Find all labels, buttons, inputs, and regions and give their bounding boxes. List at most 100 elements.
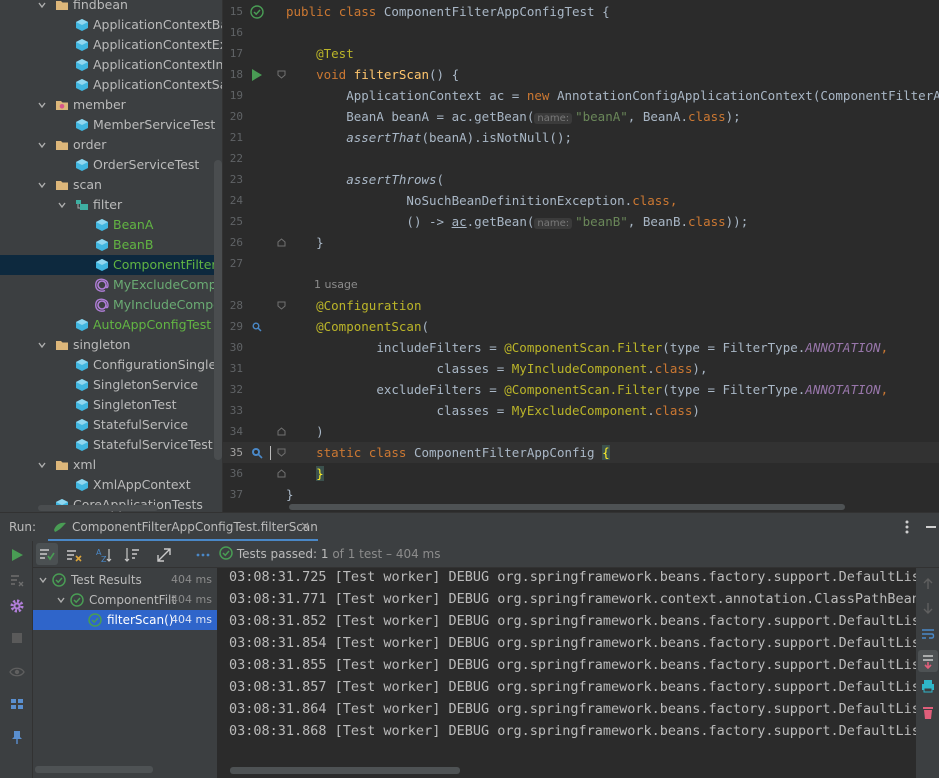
expand-all-icon[interactable] <box>155 546 173 564</box>
fold-close-icon[interactable] <box>277 238 286 247</box>
code-token: "beanA" <box>575 109 628 124</box>
code-editor[interactable]: 15 public class ComponentFilterAppConfigT… <box>222 0 939 512</box>
tree-item[interactable]: ApplicationContextSameBeanFindTest <box>0 75 222 95</box>
code-line[interactable]: 36 } <box>223 463 939 484</box>
test-result-row[interactable]: filterScan() 404 ms <box>33 610 217 630</box>
tree-horizontal-scrollbar[interactable] <box>38 505 158 511</box>
settings-icon[interactable] <box>9 598 25 614</box>
tree-item[interactable]: order <box>0 135 222 155</box>
tree-item[interactable]: scan <box>0 175 222 195</box>
tree-item[interactable]: BeanB <box>0 235 222 255</box>
more-options-icon[interactable] <box>904 520 910 534</box>
code-line[interactable]: 29 @ComponentScan( <box>223 316 939 337</box>
tree-item[interactable]: MemberServiceTest <box>0 115 222 135</box>
find-usages-icon[interactable] <box>252 322 262 332</box>
tree-item[interactable]: XmlAppContext <box>0 475 222 495</box>
code-token: { <box>602 4 610 19</box>
tree-item[interactable]: xml <box>0 455 222 475</box>
test-result-row[interactable]: ComponentFilt 404 ms <box>33 590 217 610</box>
code-line[interactable]: 31 classes = MyIncludeComponent.class), <box>223 358 939 379</box>
layout-icon[interactable] <box>9 696 25 712</box>
fold-open-icon[interactable] <box>277 448 286 457</box>
show-ignored-icon[interactable] <box>65 546 83 564</box>
editor-horizontal-scrollbar[interactable] <box>289 504 845 510</box>
tree-item[interactable]: filter <box>0 195 222 215</box>
code-token: .getBean( <box>466 214 535 229</box>
code-line[interactable]: 26 } <box>223 232 939 253</box>
chevron-down-icon <box>58 202 66 209</box>
code-line[interactable]: 37} <box>223 484 939 505</box>
code-line[interactable]: 1 usage <box>223 274 939 295</box>
code-line[interactable]: 28 @Configuration <box>223 295 939 316</box>
test-result-row[interactable]: Test Results 404 ms <box>33 570 217 590</box>
code-line[interactable]: 21 assertThat(beanA).isNotNull(); <box>223 127 939 148</box>
run-test-icon[interactable] <box>251 69 263 81</box>
tree-item[interactable]: ConfigurationSingletonTest <box>0 355 222 375</box>
tree-item[interactable]: MyExcludeComponent <box>0 275 222 295</box>
tree-item[interactable]: SingletonService <box>0 375 222 395</box>
tree-item[interactable]: BeanA <box>0 215 222 235</box>
fold-open-icon[interactable] <box>277 301 286 310</box>
tree-item[interactable]: OrderServiceTest <box>0 155 222 175</box>
line-number: 29 <box>229 320 243 333</box>
code-line[interactable]: 34 ) <box>223 421 939 442</box>
fold-close-icon[interactable] <box>277 427 286 436</box>
tree-vertical-scrollbar[interactable] <box>214 160 222 460</box>
console-horizontal-scrollbar[interactable] <box>230 767 460 774</box>
code-line[interactable]: 15 public class ComponentFilterAppConfigT… <box>223 1 939 22</box>
code-line[interactable]: 25 () -> ac.getBean(name: "beanB", BeanB.… <box>223 211 939 232</box>
close-icon[interactable]: × <box>300 519 310 533</box>
code-line[interactable]: 23 assertThrows( <box>223 169 939 190</box>
minimize-icon[interactable] <box>926 526 936 528</box>
scroll-to-end-button[interactable] <box>918 650 938 672</box>
code-line[interactable]: 16 <box>223 22 939 43</box>
console-output[interactable]: 03:08:31.725 [Test worker] DEBUG org.spr… <box>219 568 916 778</box>
tree-item[interactable]: StatefulService <box>0 415 222 435</box>
test-passed-icon[interactable] <box>250 5 264 19</box>
code-line[interactable]: 17 @Test <box>223 43 939 64</box>
tree-item[interactable]: findbean <box>0 0 222 15</box>
tree-item[interactable]: ApplicationContextInfoTest <box>0 55 222 75</box>
code-line[interactable]: 24 NoSuchBeanDefinitionException.class, <box>223 190 939 211</box>
code-line[interactable]: 32 excludeFilters = @ComponentScan.Filte… <box>223 379 939 400</box>
pin-icon[interactable] <box>9 729 25 745</box>
print-icon[interactable] <box>920 678 936 694</box>
tree-item[interactable]: MyIncludeComponent <box>0 295 222 315</box>
code-line[interactable]: 35 static class ComponentFilterAppConfig… <box>223 442 939 463</box>
code-line[interactable]: 30 includeFilters = @ComponentScan.Filte… <box>223 337 939 358</box>
tree-item[interactable]: SingletonTest <box>0 395 222 415</box>
fold-open-icon[interactable] <box>277 70 286 79</box>
more-icon[interactable] <box>194 546 212 564</box>
sort-alphabetically-icon[interactable]: A Z <box>95 546 113 564</box>
eye-icon[interactable] <box>9 664 25 680</box>
arrow-down-icon[interactable] <box>920 600 936 616</box>
code-line[interactable]: 20 BeanA beanA = ac.getBean(name: "beanA"… <box>223 106 939 127</box>
arrow-up-icon[interactable] <box>920 576 936 592</box>
rerun-icon[interactable] <box>9 547 25 563</box>
rerun-failed-icon[interactable] <box>9 572 25 588</box>
trash-icon[interactable] <box>920 704 936 720</box>
show-passed-button[interactable] <box>36 543 58 565</box>
code-line[interactable]: 18 void filterScan() { <box>223 64 939 85</box>
code-token: @ComponentScan.Filter <box>504 382 663 397</box>
tree-item[interactable]: ApplicationContextBasicFindTest <box>0 15 222 35</box>
stop-icon[interactable] <box>9 630 25 646</box>
soft-wrap-icon[interactable] <box>920 626 936 642</box>
tree-item[interactable]: StatefulServiceTest <box>0 435 222 455</box>
tree-item[interactable]: ApplicationContextExtendsFindTest <box>0 35 222 55</box>
code-line[interactable]: 27 <box>223 253 939 274</box>
sort-by-duration-icon[interactable] <box>123 546 141 564</box>
code-line[interactable]: 33 classes = MyExcludeComponent.class) <box>223 400 939 421</box>
find-usages-icon[interactable] <box>250 446 264 460</box>
tree-item[interactable]: member <box>0 95 222 115</box>
usage-hint[interactable]: 1 usage <box>314 274 358 295</box>
code-line[interactable]: 19 ApplicationContext ac = new Annotatio… <box>223 85 939 106</box>
fold-close-icon[interactable] <box>277 469 286 478</box>
code-line[interactable]: 22 <box>223 148 939 169</box>
run-tab[interactable]: ComponentFilterAppConfigTest.filterScan … <box>48 513 318 542</box>
tree-item[interactable]: ComponentFilterAppConfigTest <box>0 255 222 275</box>
tree-item[interactable]: AutoAppConfigTest <box>0 315 222 335</box>
code-token: static <box>316 445 362 460</box>
tree-item[interactable]: singleton <box>0 335 222 355</box>
results-horizontal-scrollbar[interactable] <box>35 766 153 773</box>
